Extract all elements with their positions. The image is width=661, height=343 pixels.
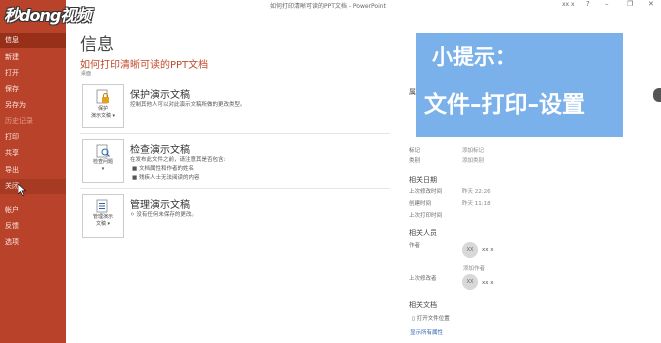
sidebar-item-export[interactable]: 导出 [0,163,66,178]
author-name: xx x [482,247,494,253]
divider [80,188,390,189]
last-modified-value: 昨天 22:26 [462,189,491,195]
protect-section: 保护 演示文稿 ▾ 保护演示文稿 控制其他人可以对此演示文稿所做的更改类型。 [80,84,390,130]
tip-overlay: 小提示： 文件–打印–设置 [416,33,623,137]
show-all-properties-link[interactable]: 显示所有属性 [410,328,443,336]
related-documents-header: 相关文档 [409,301,437,309]
related-people-header: 相关人员 [409,229,437,237]
manage-title: 管理演示文稿 [130,200,190,211]
user-name[interactable]: xx x [562,1,575,8]
inspect-button-label-2: ▾ [101,166,105,172]
title-bar: 如何打印清晰可读的PPT文档 - PowerPoint xx x ? – ❐ ✕ [66,0,661,10]
manage-document-icon [96,199,108,213]
side-handle[interactable] [653,88,661,102]
tags-label: 标记 [409,148,421,154]
sidebar-item-open[interactable]: 打开 [0,66,66,81]
modifier-name: xx x [482,280,494,286]
properties-header: 属 [409,88,416,96]
minimize-icon[interactable]: – [605,0,609,8]
manage-button-label-2: 文稿 ▾ [95,221,111,227]
protect-presentation-button[interactable]: 保护 演示文稿 ▾ [82,84,124,128]
sidebar-item-feedback[interactable]: 反馈 [0,219,66,234]
sidebar-item-share[interactable]: 共享 [0,146,66,161]
sidebar-item-close[interactable]: 关闭 [0,179,66,194]
close-icon[interactable]: ✕ [648,0,654,8]
restore-icon[interactable]: ❐ [627,0,633,8]
protect-description: 控制其他人可以对此演示文稿所做的更改类型。 [130,102,246,108]
document-name: 如何打印清晰可读的PPT文档 [80,60,209,71]
inspect-section: 检查问题 ▾ 检查演示文稿 在发布此文件之前，请注意其是否包含: ■ 文档属性和… [80,139,390,185]
mouse-cursor-icon [18,184,26,196]
last-modified-by-label: 上次修改者 [409,276,437,282]
inspect-bullet: ■ 残疾人士无法阅读的内容 [132,175,200,181]
folder-icon: ▯ [412,316,416,322]
lock-document-icon [96,89,109,104]
divider [80,133,390,134]
protect-title: 保护演示文稿 [130,90,190,101]
manage-presentation-button[interactable]: 管理演示 文稿 ▾ [82,194,124,238]
open-file-location-link[interactable]: ▯ 打开文件位置 [412,314,450,322]
manage-section: 管理演示 文稿 ▾ 管理演示文稿 ⚪ 没有任何未保存的更改。 [80,194,390,240]
manage-description: ⚪ 没有任何未保存的更改。 [130,212,197,218]
backstage-sidebar: 信息 新建 打开 保存 另存为 历史记录 打印 共享 导出 关闭 帐户 反馈 选… [0,0,66,343]
sidebar-item-history[interactable]: 历史记录 [0,114,66,129]
inspect-bullet: ■ 文档属性和作者的姓名 [132,166,194,172]
categories-label: 类别 [409,158,421,164]
author-label: 作者 [409,243,421,249]
created-value: 昨天 11:18 [462,201,491,207]
tip-title: 小提示： [432,45,516,69]
sidebar-item-info[interactable]: 信息 [0,33,66,48]
sidebar-item-new[interactable]: 新建 [0,50,66,65]
last-modified-label: 上次修改时间 [409,189,443,195]
protect-button-label-2: 演示文稿 ▾ [90,113,116,119]
inspect-description: 在发布此文件之前，请注意其是否包含: [130,157,226,163]
tip-content: 文件–打印–设置 [424,92,585,118]
sidebar-item-options[interactable]: 选项 [0,235,66,250]
help-icon[interactable]: ? [586,0,590,8]
inspect-document-icon [96,144,110,158]
sidebar-item-save-as[interactable]: 另存为 [0,98,66,113]
window-title: 如何打印清晰可读的PPT文档 - PowerPoint [270,3,386,10]
document-location[interactable]: 桌面 [81,70,91,77]
related-dates-header: 相关日期 [409,176,437,184]
avatar: XX [462,242,478,258]
sidebar-item-save[interactable]: 保存 [0,82,66,97]
inspect-title: 检查演示文稿 [130,145,190,156]
tags-value[interactable]: 添加标记 [462,146,484,154]
manage-button-label: 管理演示 [92,214,113,220]
add-author-link[interactable]: 添加作者 [463,264,485,272]
sidebar-item-account[interactable]: 帐户 [0,203,66,218]
inspect-button-label: 检查问题 [92,159,113,165]
created-label: 创建时间 [409,201,432,207]
avatar: XX [462,274,478,290]
page-title: 信息 [80,35,114,55]
sidebar-item-print[interactable]: 打印 [0,130,66,145]
protect-button-label: 保护 [97,106,108,112]
last-printed-label: 上次打印时间 [409,213,443,219]
check-for-issues-button[interactable]: 检查问题 ▾ [82,139,124,183]
categories-value[interactable]: 添加类别 [462,156,484,164]
